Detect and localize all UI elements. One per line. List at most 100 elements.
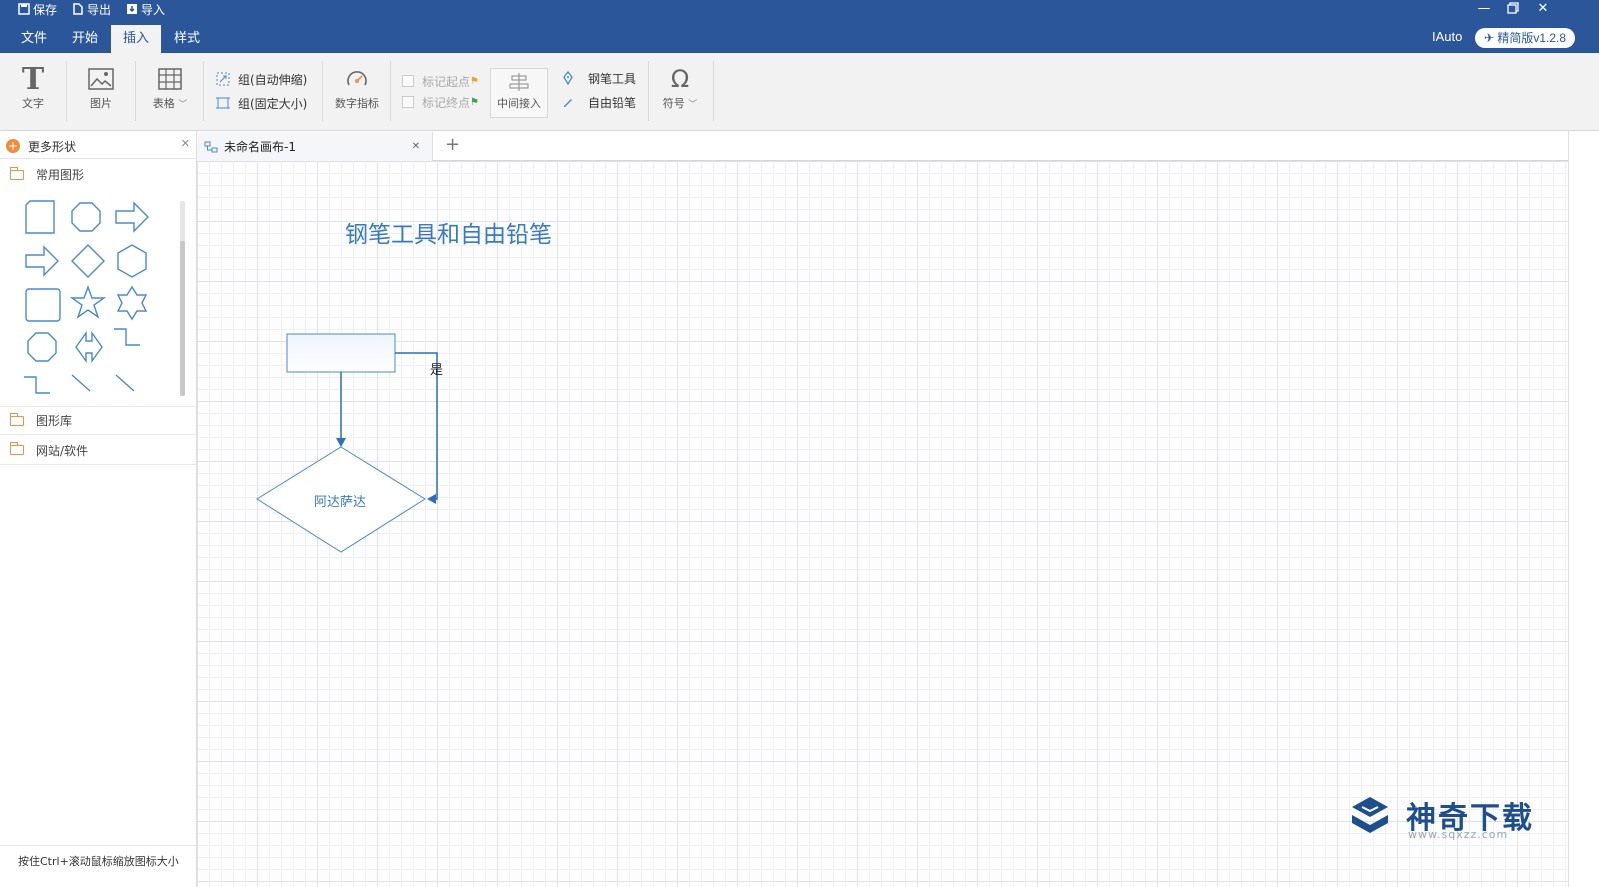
close-tab-icon[interactable]: ✕ bbox=[412, 141, 420, 152]
tab-untitled-canvas[interactable]: 未命名画布-1 ✕ bbox=[197, 132, 433, 161]
ribbon-divider bbox=[135, 61, 136, 121]
shape-palette bbox=[24, 200, 149, 394]
shape-right-arrow[interactable] bbox=[115, 201, 149, 233]
export-button[interactable]: 导出 bbox=[72, 0, 111, 18]
insert-table-button[interactable]: 表格 ﹀ bbox=[144, 63, 196, 111]
import-button[interactable]: 导入 bbox=[126, 0, 165, 18]
more-shapes-title: 更多形状 bbox=[28, 139, 77, 154]
shape-octagon[interactable] bbox=[27, 332, 57, 362]
shape-diamond[interactable] bbox=[71, 244, 105, 278]
folder-common-shapes[interactable]: 常用图形 bbox=[0, 160, 196, 189]
import-icon bbox=[127, 4, 137, 14]
save-label: 保存 bbox=[33, 2, 58, 17]
shape-elbow-connector[interactable] bbox=[114, 328, 140, 346]
plus-icon: + bbox=[445, 134, 461, 155]
middle-insert-button[interactable]: 中间接入 bbox=[490, 68, 548, 118]
watermark-logo-icon bbox=[1352, 797, 1388, 833]
ribbon-divider bbox=[322, 61, 323, 121]
folder-library-label: 图形库 bbox=[36, 414, 73, 428]
gauge-icon bbox=[330, 63, 384, 95]
folder-common-label: 常用图形 bbox=[36, 168, 85, 182]
close-panel-icon[interactable]: ✕ bbox=[181, 137, 190, 150]
watermark-logo: 神奇下载 www.sqxzz.com bbox=[1348, 793, 1548, 843]
mark-start-label: 标记起点 bbox=[422, 74, 471, 89]
menu-tab-style[interactable]: 样式 bbox=[163, 25, 211, 53]
shape-elbow-connector-2[interactable] bbox=[24, 376, 50, 394]
user-name: IAuto bbox=[1432, 29, 1463, 44]
group-fixed-button[interactable]: 组(固定大小) bbox=[216, 93, 307, 113]
shape-snip-rectangle[interactable] bbox=[25, 200, 55, 234]
checkbox-box bbox=[402, 96, 414, 108]
group-auto-label: 组(自动伸缩) bbox=[238, 72, 308, 87]
ribbon-divider bbox=[713, 61, 714, 121]
shape-hexagon[interactable] bbox=[117, 244, 147, 278]
version-badge[interactable]: ✈ 精简版v1.2.8 bbox=[1475, 28, 1575, 48]
free-pencil-button[interactable]: 自由铅笔 bbox=[561, 92, 636, 112]
menu-tab-file[interactable]: 文件 bbox=[10, 25, 58, 53]
menu-tab-insert[interactable]: 插入 bbox=[111, 25, 161, 53]
folder-web-software[interactable]: 网站/软件 bbox=[0, 436, 196, 465]
folder-icon bbox=[10, 412, 24, 426]
digital-indicator-label: 数字指标 bbox=[335, 97, 379, 110]
table-icon bbox=[144, 63, 196, 95]
insert-text-button[interactable]: T 文字 bbox=[7, 62, 59, 111]
minimize-button[interactable]: — bbox=[1469, 0, 1499, 16]
group-fixed-label: 组(固定大小) bbox=[238, 96, 308, 111]
export-label: 导出 bbox=[87, 2, 112, 17]
omega-icon: Ω bbox=[670, 65, 690, 93]
pen-tool-button[interactable]: 钢笔工具 bbox=[561, 68, 636, 88]
shape-star-6[interactable] bbox=[116, 285, 148, 321]
shape-octagon-round[interactable] bbox=[71, 202, 101, 232]
process-box[interactable] bbox=[286, 333, 396, 373]
flowchart-diagram bbox=[256, 333, 438, 553]
group-fixed-icon bbox=[216, 97, 230, 109]
ribbon-divider bbox=[648, 61, 649, 121]
status-divider bbox=[0, 845, 196, 846]
group-auto-button[interactable]: 组(自动伸缩) bbox=[216, 69, 307, 89]
ribbon-divider bbox=[66, 61, 67, 121]
chevron-down-icon: ﹀ bbox=[688, 100, 698, 110]
add-shapes-icon[interactable]: + bbox=[6, 139, 20, 153]
shapes-scrollbar[interactable] bbox=[180, 201, 185, 396]
version-label: 精简版v1.2.8 bbox=[1497, 31, 1567, 45]
folder-icon bbox=[10, 442, 24, 455]
right-panel-edge bbox=[1568, 131, 1599, 887]
scrollbar-thumb[interactable] bbox=[180, 241, 185, 396]
shape-star-5[interactable] bbox=[69, 284, 107, 319]
mark-start-checkbox[interactable]: 标记起点 ⚑ bbox=[402, 71, 479, 91]
restore-icon bbox=[1507, 2, 1519, 14]
shape-arrow-right-2[interactable] bbox=[25, 245, 59, 277]
shape-line[interactable] bbox=[115, 374, 135, 392]
mark-end-checkbox[interactable]: 标记终点 ⚑ bbox=[402, 92, 479, 112]
shape-double-arrow[interactable] bbox=[75, 330, 103, 364]
folder-web-label: 网站/软件 bbox=[36, 443, 89, 458]
drawing-canvas[interactable]: 钢笔工具和自由铅笔 是 阿达萨达 bbox=[197, 161, 1568, 887]
free-pencil-label: 自由铅笔 bbox=[588, 95, 637, 110]
green-flag-icon: ⚑ bbox=[470, 96, 479, 108]
add-tab-button[interactable]: + bbox=[445, 134, 460, 155]
save-button[interactable]: 保存 bbox=[18, 0, 57, 18]
symbol-button[interactable]: Ω 符号 ﹀ bbox=[654, 63, 706, 111]
restore-button[interactable] bbox=[1498, 0, 1528, 16]
folder-icon bbox=[10, 166, 24, 180]
decision-label[interactable]: 阿达萨达 bbox=[314, 491, 366, 510]
close-window-button[interactable]: ✕ bbox=[1528, 0, 1558, 16]
orange-flag-icon: ⚑ bbox=[470, 75, 479, 87]
image-icon bbox=[75, 63, 127, 95]
shape-rounded-square[interactable] bbox=[25, 288, 61, 322]
menu-tab-start[interactable]: 开始 bbox=[61, 25, 109, 53]
shape-line-arrow[interactable] bbox=[71, 374, 91, 392]
insert-image-button[interactable]: 图片 bbox=[75, 63, 127, 111]
insert-table-label: 表格 bbox=[152, 97, 175, 110]
checkbox-box bbox=[402, 75, 414, 87]
ribbon-toolbar: T 文字 图片 表格 ﹀ 组(自动伸缩) 组(固定大小) 数字指标 标记起点 ⚑ bbox=[0, 53, 1599, 131]
digital-indicator-button[interactable]: 数字指标 bbox=[330, 63, 384, 111]
import-label: 导入 bbox=[141, 2, 166, 17]
insert-text-label: 文字 bbox=[22, 97, 44, 110]
export-icon bbox=[73, 3, 83, 15]
folder-shape-library[interactable]: 图形库 bbox=[0, 406, 196, 435]
ribbon-divider bbox=[203, 61, 204, 121]
pencil-icon bbox=[564, 99, 572, 107]
group-resize-icon bbox=[216, 72, 230, 86]
yes-connector-label[interactable]: 是 bbox=[430, 359, 443, 378]
